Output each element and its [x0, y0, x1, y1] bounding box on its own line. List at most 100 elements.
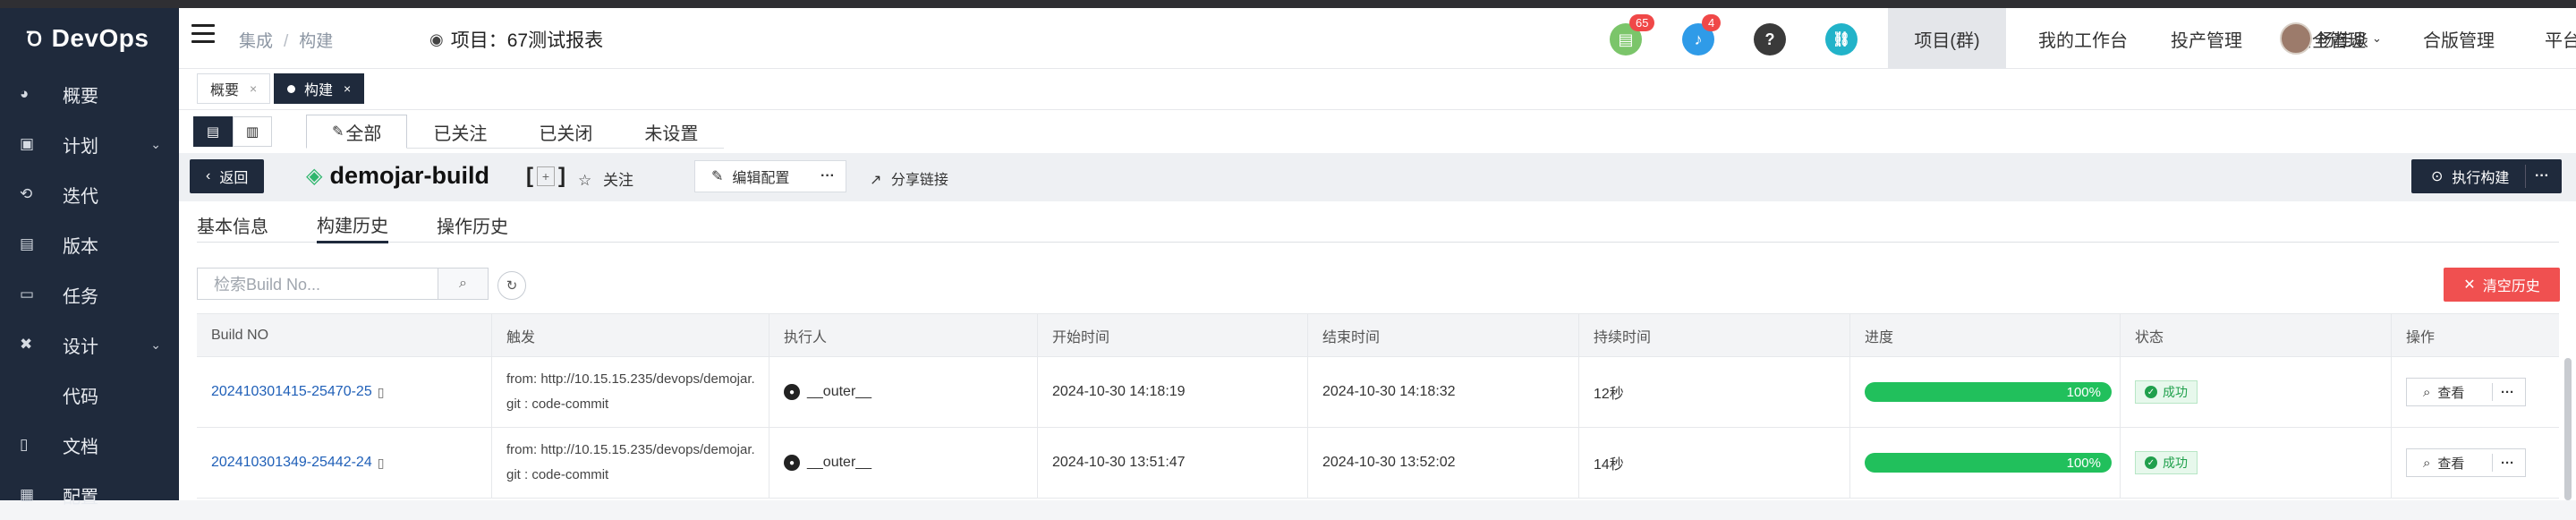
- breadcrumb-item-integration[interactable]: 集成: [239, 32, 273, 51]
- play-circle-icon: ⊙: [2431, 169, 2444, 184]
- nav-platform-management[interactable]: 平台管理: [2527, 8, 2576, 69]
- add-tag-button[interactable]: +: [537, 166, 555, 186]
- duration: 12秒: [1579, 357, 1850, 427]
- check-circle-icon: ✓: [2145, 386, 2157, 398]
- sidebar-item[interactable]: ◕ 概要: [0, 69, 179, 119]
- help-icon[interactable]: ?: [1754, 23, 1786, 55]
- brand-logo[interactable]: Ꝺ DevOps: [0, 8, 179, 69]
- sidebar-item-label: 配置: [63, 487, 98, 507]
- sidebar-item[interactable]: ▦ 配置: [0, 470, 179, 520]
- sidebar: Ꝺ DevOps ◕ 概要 ▣ 计划 ⌄ ⟲ 迭代 ▤ 版本 ▭ 任务 ✖ 设计 ⌄ 代码 ▯ 文档 ▦ 配置: [0, 8, 179, 507]
- user-name: 杨桂焱: [2317, 30, 2369, 50]
- build-no-link[interactable]: 202410301349-25442-24: [211, 455, 372, 471]
- star-icon: ☆: [578, 172, 592, 189]
- trigger-text: from: http://10.15.15.235/devops/demojar…: [506, 371, 755, 412]
- user-icon: ●: [784, 455, 800, 471]
- clear-history-button[interactable]: ✕ 清空历史: [2444, 268, 2560, 302]
- search-input[interactable]: 检索Build No...: [197, 268, 438, 300]
- close-icon[interactable]: ×: [344, 81, 351, 96]
- duration: 14秒: [1579, 428, 1850, 498]
- share-link-button[interactable]: ↗ 分享链接: [870, 167, 948, 189]
- more-icon[interactable]: ···: [2535, 168, 2549, 184]
- table-row: 202410301349-25442-24 ▯ from: http://10.15…: [197, 428, 2559, 499]
- tag-overview[interactable]: 概要 ×: [197, 73, 271, 104]
- col-status: 状态: [2121, 314, 2392, 356]
- window-top-strip: [0, 0, 2576, 8]
- search-button[interactable]: ⌕: [438, 268, 489, 300]
- subtab-build-history[interactable]: 构建历史: [317, 207, 388, 243]
- log-file-icon[interactable]: ▯: [378, 456, 385, 471]
- tag-build[interactable]: 构建 ×: [274, 73, 365, 104]
- col-actions: 操作: [2406, 329, 2436, 345]
- more-icon[interactable]: ···: [820, 168, 835, 184]
- dashboard-icon: ◕: [20, 85, 30, 102]
- more-icon[interactable]: ···: [2501, 456, 2514, 471]
- subtab-basic-info[interactable]: 基本信息: [197, 207, 268, 243]
- job-tag-editor: [ + ]: [526, 164, 565, 188]
- task-icon: ▭: [20, 286, 35, 303]
- executor-name: __outer__: [807, 455, 872, 470]
- version-icon: ▤: [20, 235, 35, 252]
- list-view-icon[interactable]: ▤: [193, 116, 233, 147]
- user-menu[interactable]: 杨桂焱 ⌄: [2280, 22, 2382, 55]
- sidebar-item-label: 设计: [63, 337, 98, 357]
- col-build-no: Build NO: [197, 314, 492, 356]
- run-build-button[interactable]: ⊙ 执行构建 ···: [2411, 159, 2562, 193]
- more-icon[interactable]: ···: [2501, 385, 2514, 400]
- view-button[interactable]: ⌕ 查看 ···: [2406, 448, 2526, 477]
- col-executor: 执行人: [769, 314, 1038, 356]
- nav-project-group[interactable]: 项目(群): [1888, 8, 2006, 69]
- back-button[interactable]: ‹ 返回: [190, 159, 265, 193]
- pin-icon: ✎: [332, 124, 344, 140]
- notes-icon[interactable]: ▤ 65: [1610, 14, 1655, 55]
- edit-config-button[interactable]: ✎ 编辑配置 ···: [694, 160, 846, 192]
- tab-unset[interactable]: 未设置: [618, 115, 724, 149]
- nav-my-workbench[interactable]: 我的工作台: [2017, 8, 2149, 69]
- tab-all[interactable]: ✎ 全部: [306, 115, 408, 149]
- tab-followed[interactable]: 已关注: [407, 115, 513, 149]
- page-tag-bar: 概要 × 构建 ×: [179, 69, 2576, 110]
- col-start-time: 开始时间: [1038, 314, 1308, 356]
- sidebar-item[interactable]: ▯ 文档: [0, 420, 179, 470]
- design-icon: ✖: [20, 336, 33, 353]
- sidebar-item[interactable]: ▭ 任务: [0, 269, 179, 320]
- view-button[interactable]: ⌕ 查看 ···: [2406, 378, 2526, 406]
- avatar: [2280, 22, 2312, 55]
- nav-production-management[interactable]: 投产管理: [2153, 8, 2260, 69]
- check-circle-icon: ✓: [2145, 456, 2157, 469]
- link-icon[interactable]: ⛓: [1825, 23, 1858, 55]
- start-time: 2024-10-30 13:51:47: [1038, 428, 1308, 498]
- chevron-down-icon: ⌄: [150, 337, 161, 352]
- sidebar-item[interactable]: ✖ 设计 ⌄: [0, 320, 179, 370]
- plan-icon: ▣: [20, 135, 35, 152]
- follow-button[interactable]: ☆ 关注: [578, 167, 633, 190]
- nav-merge-management[interactable]: 合版管理: [2396, 8, 2521, 69]
- sidebar-item-label: 代码: [63, 387, 98, 407]
- search-icon: ⌕: [2423, 384, 2431, 400]
- subtab-operation-history[interactable]: 操作历史: [437, 207, 508, 243]
- end-time: 2024-10-30 14:18:32: [1308, 357, 1579, 427]
- refresh-icon[interactable]: ↻: [497, 271, 526, 300]
- iteration-icon: ⟲: [20, 185, 33, 202]
- bell-icon[interactable]: ♪ 4: [1682, 14, 1722, 55]
- sidebar-item[interactable]: ⟲ 迭代: [0, 169, 179, 219]
- card-view-icon[interactable]: ▥: [233, 116, 272, 147]
- user-icon: ●: [784, 384, 800, 400]
- sidebar-item[interactable]: 代码: [0, 370, 179, 420]
- vertical-scrollbar[interactable]: [2564, 358, 2572, 500]
- edit-icon: ✎: [711, 169, 724, 184]
- sidebar-nav: ◕ 概要 ▣ 计划 ⌄ ⟲ 迭代 ▤ 版本 ▭ 任务 ✖ 设计 ⌄ 代码 ▯ 文档 ▦ 配置: [0, 69, 179, 520]
- log-file-icon[interactable]: ▯: [378, 385, 385, 400]
- build-no-link[interactable]: 202410301415-25470-25: [211, 384, 372, 400]
- project-selector[interactable]: ◉ 项目：67测试报表: [429, 26, 603, 53]
- menu-toggle-icon[interactable]: [191, 24, 215, 46]
- tab-closed[interactable]: 已关闭: [513, 115, 618, 149]
- close-icon[interactable]: ×: [250, 81, 257, 96]
- status-badge: ✓ 成功: [2135, 451, 2198, 474]
- sidebar-item[interactable]: ▣ 计划 ⌄: [0, 119, 179, 169]
- sidebar-item[interactable]: ▤ 版本: [0, 219, 179, 269]
- col-end-time: 结束时间: [1308, 314, 1579, 356]
- bell-badge: 4: [1702, 14, 1722, 31]
- col-trigger: 触发: [492, 314, 769, 356]
- filter-tabs: ✎ 全部 已关注 已关闭 未设置: [306, 115, 725, 149]
